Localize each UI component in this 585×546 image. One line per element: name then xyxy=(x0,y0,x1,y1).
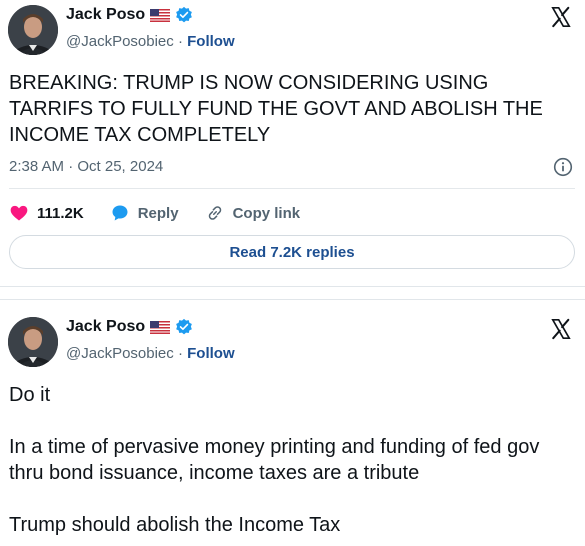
author-handle-row: @JackPosobiec · Follow xyxy=(66,345,235,362)
author-name-row: Jack Poso xyxy=(66,318,193,336)
author-handle-row: @JackPosobiec · Follow xyxy=(66,33,235,50)
author-name-row: Jack Poso xyxy=(66,6,193,24)
handle-separator: · xyxy=(173,345,188,362)
author-display-name[interactable]: Jack Poso xyxy=(66,6,145,24)
verified-badge-icon xyxy=(175,318,193,336)
verified-badge-icon xyxy=(175,6,193,24)
author-handle[interactable]: @JackPosobiec xyxy=(66,33,174,50)
x-logo-icon[interactable] xyxy=(550,6,572,28)
tweet-text: Do it In a time of pervasive money print… xyxy=(9,384,540,536)
follow-button[interactable]: Follow xyxy=(187,33,235,50)
tweet-card: Jack Poso @JackPosobiec · Follow xyxy=(0,300,585,546)
heart-icon xyxy=(10,205,28,221)
us-flag-icon xyxy=(150,8,171,22)
reply-label: Reply xyxy=(137,204,179,222)
reply-bubble-icon xyxy=(112,205,128,221)
info-icon[interactable] xyxy=(553,157,573,177)
follow-button[interactable]: Follow xyxy=(187,345,235,362)
x-logo-icon[interactable] xyxy=(550,318,572,340)
avatar[interactable] xyxy=(8,5,58,55)
read-replies-button[interactable]: Read 7.2K replies xyxy=(9,235,575,269)
author-display-name[interactable]: Jack Poso xyxy=(66,318,145,336)
copy-link-label: Copy link xyxy=(232,204,301,222)
like-button[interactable]: 111.2K xyxy=(9,203,84,223)
tweet-text: BREAKING: TRUMP IS NOW CONSIDERING USING… xyxy=(9,72,543,146)
copy-link-button[interactable]: Copy link xyxy=(205,203,301,223)
handle-separator: · xyxy=(173,33,188,50)
like-count: 111.2K xyxy=(37,204,84,222)
tweet-separator xyxy=(0,286,585,300)
reply-button[interactable]: Reply xyxy=(110,203,179,223)
link-icon xyxy=(208,206,221,220)
divider xyxy=(9,188,575,189)
tweet-actions: 111.2K Reply Copy link xyxy=(9,200,326,226)
avatar[interactable] xyxy=(8,317,58,367)
tweet-timestamp[interactable]: 2:38 AM · Oct 25, 2024 xyxy=(9,158,163,175)
tweet-card: Jack Poso @JackPosobiec · Follow xyxy=(0,0,585,286)
us-flag-icon xyxy=(150,320,171,334)
author-handle[interactable]: @JackPosobiec xyxy=(66,345,174,362)
